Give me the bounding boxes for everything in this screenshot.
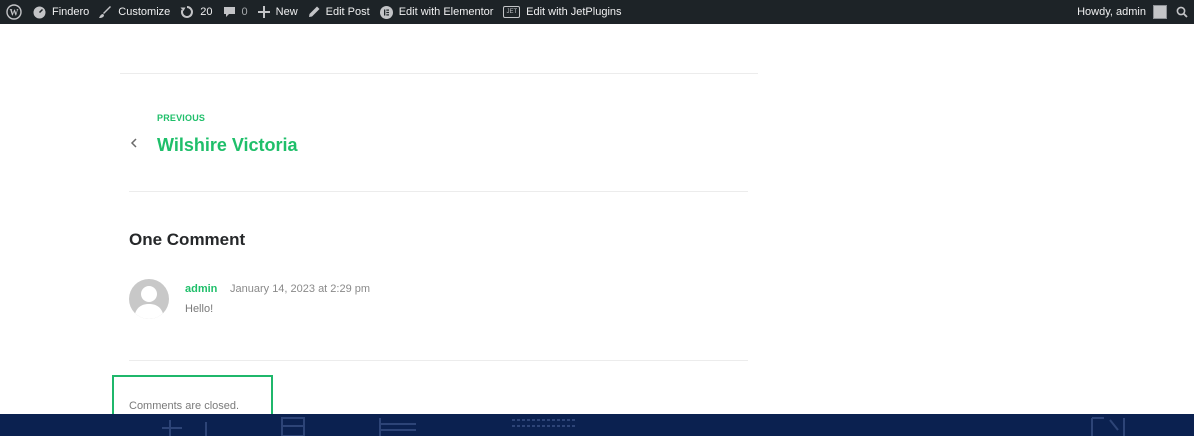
comment-author-link[interactable]: admin [185,283,217,295]
edit-elementor-link[interactable]: Edit with Elementor [375,0,499,24]
updates-icon [180,5,194,19]
footer-decor-icon [1090,416,1130,436]
footer-decor-icon [160,416,220,436]
post-nav-divider [129,191,748,192]
previous-post-link[interactable]: Wilshire Victoria [157,135,298,156]
my-account-menu[interactable]: Howdy, admin [1072,0,1172,24]
jetplugins-icon: JET [503,6,521,18]
comments-count: 0 [241,6,248,18]
admin-avatar-icon [1153,5,1167,19]
edit-post-link[interactable]: Edit Post [303,0,375,24]
top-divider [120,73,758,74]
comments-heading: One Comment [129,230,246,249]
comment-bubble-icon [223,6,236,19]
chevron-left-icon[interactable] [127,136,141,150]
search-icon [1176,6,1188,18]
customize-link[interactable]: Customize [94,0,175,24]
elementor-icon [379,5,393,19]
comments-divider [129,360,748,361]
svg-text:W: W [10,8,19,18]
footer-decor-icon [510,416,580,436]
pencil-icon [308,6,320,18]
dashboard-icon [33,6,46,19]
footer-decor-icon [378,416,428,436]
edit-post-label: Edit Post [325,6,370,18]
highlight-box [112,375,273,416]
updates-link[interactable]: 20 [175,0,217,24]
adminbar-search[interactable] [1172,0,1194,24]
wordpress-logo-icon[interactable]: W [0,0,28,24]
edit-elementor-label: Edit with Elementor [398,6,494,18]
comment-avatar [129,279,169,319]
site-name: Findero [52,6,90,18]
brush-icon [99,5,112,19]
edit-jetplugins-label: Edit with JetPlugins [526,6,622,18]
new-label: New [275,6,298,18]
edit-jetplugins-link[interactable]: JET Edit with JetPlugins [498,0,626,24]
comments-link[interactable]: 0 [218,0,253,24]
site-name-menu[interactable]: Findero [28,0,94,24]
updates-count: 20 [200,6,213,18]
admin-bar: W Findero Customize 20 0 New Edit Post E… [0,0,1194,24]
howdy-label: Howdy, admin [1077,6,1146,18]
plus-icon [257,6,270,18]
comment-date-link[interactable]: January 14, 2023 at 2:29 pm [230,283,370,295]
previous-post-label: PREVIOUS [157,113,206,123]
comment-text: Hello! [185,303,214,315]
footer-decor-icon [280,416,310,436]
footer-band [0,414,1194,436]
customize-label: Customize [118,6,171,18]
new-content-menu[interactable]: New [253,0,303,24]
